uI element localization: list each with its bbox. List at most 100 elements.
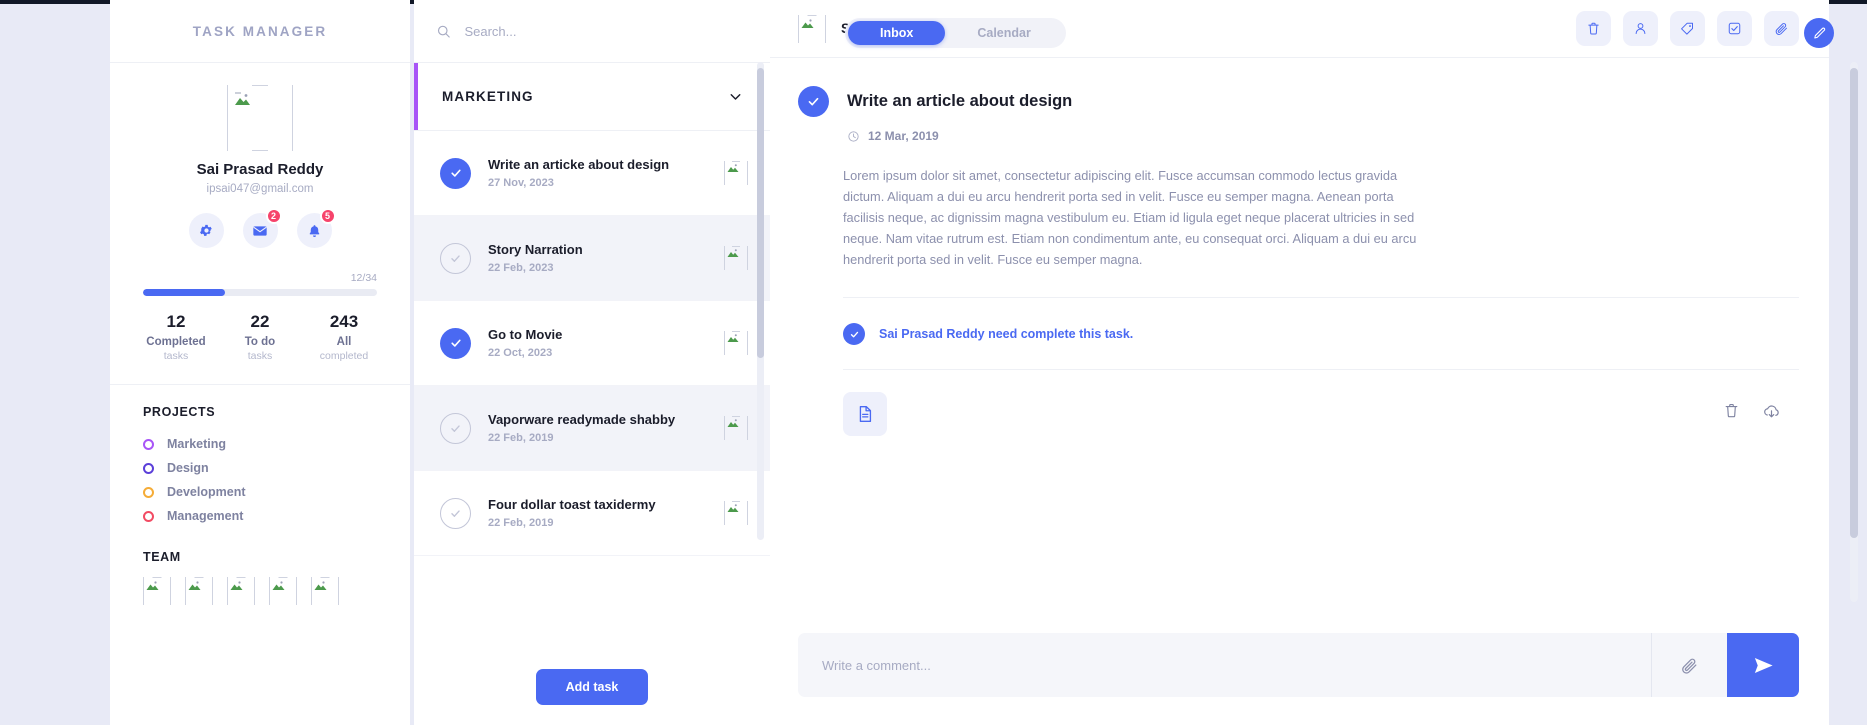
broken-image-icon — [188, 581, 201, 590]
comment-attach-button[interactable] — [1651, 633, 1727, 697]
stat-label: Completed — [146, 336, 206, 348]
delete-attachment-button[interactable] — [1723, 402, 1740, 426]
task-date: 27 Nov, 2023 — [488, 177, 554, 189]
task-title: Vaporware readymade shabby — [488, 412, 676, 427]
stat-sublabel: completed — [319, 350, 369, 362]
stat-label: All — [336, 336, 352, 348]
task-date: 22 Oct, 2023 — [488, 347, 553, 359]
group-color-accent — [414, 63, 418, 130]
task-checkbox-unchecked[interactable] — [440, 497, 471, 529]
messages-badge: 2 — [265, 208, 282, 224]
download-cloud-icon — [1764, 405, 1779, 418]
notifications-badge: 5 — [319, 208, 336, 224]
project-label: Marketing — [167, 437, 227, 451]
search-input[interactable] — [464, 23, 748, 39]
assign-user-button[interactable] — [1623, 11, 1658, 46]
project-label: Development — [167, 485, 246, 499]
page-scrollbar[interactable] — [1850, 62, 1858, 602]
project-item-marketing[interactable]: Marketing — [143, 432, 377, 456]
stat-value: 12 — [166, 312, 186, 331]
broken-image-icon — [727, 419, 739, 427]
chevron-down-icon[interactable] — [727, 88, 744, 105]
task-thumbnail-broken-image — [724, 416, 748, 440]
clock-icon — [848, 130, 859, 142]
comment-input[interactable] — [798, 633, 1651, 697]
stats-row: 12 Completed tasks 22 To do tasks 243 Al… — [134, 312, 386, 362]
project-item-design[interactable]: Design — [143, 456, 377, 480]
detail-avatar-broken-image — [798, 14, 826, 43]
settings-button[interactable] — [188, 213, 224, 248]
notifications-button[interactable]: 5 — [296, 208, 336, 248]
task-row[interactable]: Vaporware readymade shabby 22 Feb, 2019 — [414, 386, 770, 471]
attach-file-button[interactable] — [1764, 11, 1799, 46]
profile-email: ipsai047@gmail.com — [206, 183, 314, 195]
profile-quick-actions: 2 5 — [110, 208, 410, 248]
paperclip-icon — [1682, 658, 1697, 674]
task-row[interactable]: Go to Movie 22 Oct, 2023 — [414, 301, 770, 386]
task-title: Go to Movie — [488, 327, 563, 342]
page-scrollbar-thumb[interactable] — [1850, 68, 1858, 538]
project-item-management[interactable]: Management — [143, 504, 377, 528]
detail-header-actions — [1576, 11, 1799, 46]
right-gutter — [1829, 0, 1867, 725]
view-toggle-calendar[interactable]: Calendar — [945, 21, 1063, 45]
check-icon — [450, 169, 461, 177]
messages-button[interactable]: 2 — [242, 208, 282, 248]
task-list: Write an articke about design 27 Nov, 202… — [414, 131, 770, 649]
team-avatar-broken-image[interactable] — [185, 577, 213, 605]
project-label: Management — [167, 509, 244, 523]
attachment-file-button[interactable] — [843, 392, 887, 436]
task-meta: Four dollar toast taxidermy 22 Feb, 2019 — [488, 497, 707, 529]
project-item-development[interactable]: Development — [143, 480, 377, 504]
broken-image-icon — [727, 504, 739, 512]
task-group-header[interactable]: MARKETING — [414, 63, 770, 131]
check-icon — [451, 424, 460, 432]
task-thumbnail-broken-image — [724, 331, 748, 355]
task-list-scrollbar-thumb[interactable] — [757, 68, 764, 358]
task-meta: Go to Movie 22 Oct, 2023 — [488, 327, 707, 359]
task-row[interactable]: Story Narration 22 Feb, 2023 — [414, 216, 770, 301]
task-row[interactable]: Four dollar toast taxidermy 22 Feb, 2019 — [414, 471, 770, 556]
progress-fill — [143, 289, 225, 296]
user-icon — [1635, 23, 1646, 34]
broken-image-icon — [230, 581, 243, 590]
detail-title-row: Write an article about design — [798, 86, 1799, 117]
download-attachment-button[interactable] — [1762, 402, 1781, 426]
task-checkbox-checked[interactable] — [440, 327, 471, 359]
add-tag-button[interactable] — [1670, 11, 1705, 46]
task-checkbox-checked[interactable] — [440, 157, 471, 189]
compose-fab-button[interactable] — [1804, 18, 1834, 48]
task-detail-panel: Sai Prasad Reddy — [770, 0, 1829, 725]
stat-all: 243 All completed — [302, 312, 386, 362]
view-toggle-inbox[interactable]: Inbox — [848, 21, 946, 45]
mark-done-button[interactable] — [1717, 11, 1752, 46]
task-meta: Vaporware readymade shabby 22 Feb, 2019 — [488, 412, 707, 444]
check-icon — [450, 339, 461, 347]
delete-task-button[interactable] — [1576, 11, 1611, 46]
task-list-scrollbar[interactable] — [757, 62, 764, 540]
team-avatar-broken-image[interactable] — [227, 577, 255, 605]
check-square-icon — [1728, 22, 1741, 35]
team-avatars — [143, 577, 377, 605]
task-checkbox-unchecked[interactable] — [440, 412, 471, 444]
detail-task-description: Lorem ipsum dolor sit amet, consectetur … — [843, 168, 1417, 267]
team-avatar-broken-image[interactable] — [311, 577, 339, 605]
progress-count-label: 12/34 — [350, 272, 377, 284]
bell-icon — [309, 224, 319, 237]
task-date: 22 Feb, 2019 — [488, 432, 554, 444]
add-task-button[interactable]: Add task — [535, 669, 649, 705]
paperclip-icon — [1775, 23, 1787, 35]
task-date: 22 Feb, 2019 — [488, 517, 554, 529]
attachment-row — [843, 392, 1799, 436]
team-avatar-broken-image[interactable] — [269, 577, 297, 605]
team-avatar-broken-image[interactable] — [143, 577, 171, 605]
task-row[interactable]: Write an articke about design 27 Nov, 202… — [414, 131, 770, 216]
task-checkbox-unchecked[interactable] — [440, 242, 471, 274]
view-toggle-label: Calendar — [977, 26, 1031, 40]
send-comment-button[interactable] — [1727, 633, 1799, 697]
broken-image-icon — [146, 581, 159, 590]
task-thumbnail-broken-image — [724, 501, 748, 525]
task-list-column: MARKETING Write an articke about design 2… — [414, 0, 770, 725]
detail-task-checkbox[interactable] — [798, 86, 829, 117]
task-title: Four dollar toast taxidermy — [488, 497, 656, 512]
